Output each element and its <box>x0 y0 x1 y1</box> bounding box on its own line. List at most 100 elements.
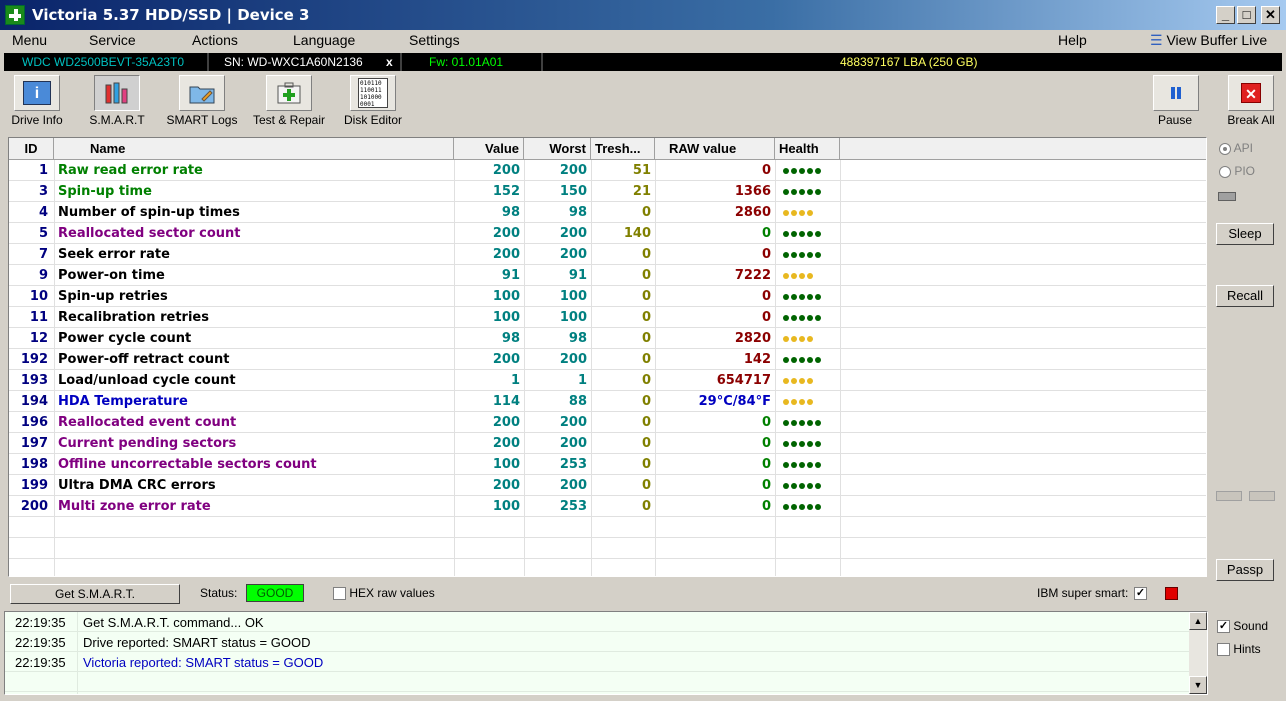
health-dot <box>807 188 813 195</box>
view-buffer-live[interactable]: ☰ View Buffer Live <box>1150 32 1267 49</box>
break-all-label: Break All <box>1227 113 1275 127</box>
table-row[interactable]: 192 Power-off retract count 200 200 0 142 <box>9 349 1206 370</box>
sound-check[interactable]: ✓ <box>1217 620 1230 634</box>
pio-radio[interactable]: PIO <box>1219 164 1255 178</box>
table-row[interactable]: 198 Offline uncorrectable sectors count 10… <box>9 454 1206 475</box>
get-smart-button[interactable]: Get S.M.A.R.T. <box>10 584 180 604</box>
table-row[interactable]: 197 Current pending sectors 200 200 0 0 <box>9 433 1206 454</box>
table-row[interactable]: 10 Spin-up retries 100 100 0 0 <box>9 286 1206 307</box>
header-tresh[interactable]: Tresh... <box>591 138 655 160</box>
separator <box>541 53 543 71</box>
ibm-super-smart-checkbox[interactable]: ✓ <box>1134 587 1147 600</box>
cell-name: Power-off retract count <box>58 352 230 367</box>
table-row[interactable]: 7 Seek error rate 200 200 0 0 <box>9 244 1206 265</box>
table-row[interactable]: 193 Load/unload cycle count 1 1 0 654717 <box>9 370 1206 391</box>
hex-raw-checkbox[interactable]: HEX raw values <box>333 586 435 601</box>
health-dot <box>815 167 821 174</box>
health-dots <box>779 181 839 202</box>
empty-row <box>9 517 1206 538</box>
table-row[interactable]: 3 Spin-up time 152 150 21 1366 <box>9 181 1206 202</box>
hex-raw-check[interactable] <box>333 587 346 601</box>
pio-radio-button[interactable] <box>1219 165 1231 178</box>
red-indicator <box>1165 587 1178 600</box>
header-raw-value[interactable]: RAW value <box>655 138 775 160</box>
menu-item-settings[interactable]: Settings <box>409 32 460 48</box>
health-dots <box>779 286 839 307</box>
view-buffer-label: View Buffer Live <box>1166 32 1268 48</box>
test-repair-button[interactable]: Test & Repair <box>250 75 328 127</box>
header-health[interactable]: Health <box>775 138 840 160</box>
log-divider <box>77 612 78 694</box>
table-row[interactable]: 194 HDA Temperature 114 88 0 29°C/84°F <box>9 391 1206 412</box>
scroll-down-icon[interactable]: ▼ <box>1189 676 1207 694</box>
table-row[interactable]: 5 Reallocated sector count 200 200 140 0 <box>9 223 1206 244</box>
health-dots <box>779 475 839 496</box>
scroll-up-icon[interactable]: ▲ <box>1189 612 1207 630</box>
menu-item-help[interactable]: Help <box>1058 32 1087 48</box>
header-id[interactable]: ID <box>9 138 54 160</box>
health-dot <box>791 503 797 510</box>
disk-editor-button[interactable]: 010110 110011 101000 0001 Disk Editor <box>342 75 404 127</box>
cell-value: 100 <box>492 457 520 472</box>
hints-check[interactable] <box>1217 643 1230 657</box>
passp-button[interactable]: Passp <box>1216 559 1274 581</box>
cell-name: Raw read error rate <box>58 163 203 178</box>
smart-button[interactable]: S.M.A.R.T <box>88 75 146 127</box>
api-radio-button[interactable] <box>1219 142 1231 155</box>
smart-logs-label: SMART Logs <box>166 113 238 127</box>
menu-item-language[interactable]: Language <box>293 32 355 48</box>
health-dot <box>783 293 789 300</box>
menu-item-service[interactable]: Service <box>89 32 136 48</box>
cell-raw-value: 0 <box>761 436 771 451</box>
health-dot <box>815 230 821 237</box>
close-drive-x[interactable]: x <box>386 54 393 70</box>
cell-tresh: 51 <box>632 163 651 178</box>
table-row[interactable]: 4 Number of spin-up times 98 98 0 2860 <box>9 202 1206 223</box>
maximize-button[interactable]: □ <box>1237 6 1256 24</box>
health-dot <box>799 482 805 489</box>
menu-item-actions[interactable]: Actions <box>192 32 238 48</box>
api-label: API <box>1233 141 1254 155</box>
header-name[interactable]: Name <box>54 138 454 160</box>
cell-tresh: 0 <box>641 205 651 220</box>
cell-raw-value: 142 <box>743 352 771 367</box>
drive-info-label: Drive Info <box>11 113 63 127</box>
sleep-button[interactable]: Sleep <box>1216 223 1274 245</box>
cell-raw-value: 0 <box>761 226 771 241</box>
side-mini-button-left[interactable] <box>1216 491 1242 501</box>
header-value[interactable]: Value <box>454 138 524 160</box>
cell-value: 200 <box>492 226 520 241</box>
api-radio[interactable]: API <box>1219 141 1253 155</box>
pause-button[interactable]: Pause <box>1153 75 1199 127</box>
table-row[interactable]: 1 Raw read error rate 200 200 51 0 <box>9 160 1206 181</box>
table-row[interactable]: 9 Power-on time 91 91 0 7222 <box>9 265 1206 286</box>
drive-info-button[interactable]: i Drive Info <box>8 75 66 127</box>
sound-checkbox[interactable]: ✓ Sound <box>1217 619 1268 634</box>
log-scrollbar[interactable]: ▲ ▼ <box>1189 612 1207 694</box>
cell-tresh: 0 <box>641 310 651 325</box>
table-row[interactable]: 199 Ultra DMA CRC errors 200 200 0 0 <box>9 475 1206 496</box>
table-row[interactable]: 11 Recalibration retries 100 100 0 0 <box>9 307 1206 328</box>
side-mini-button-right[interactable] <box>1249 491 1275 501</box>
break-all-button[interactable]: ✕ Break All <box>1225 75 1277 127</box>
close-button[interactable]: ✕ <box>1261 6 1280 24</box>
recall-button[interactable]: Recall <box>1216 285 1274 307</box>
smart-logs-button[interactable]: SMART Logs <box>165 75 239 127</box>
table-row[interactable]: 196 Reallocated event count 200 200 0 0 <box>9 412 1206 433</box>
ibm-super-smart-label: IBM super smart: <box>1037 586 1129 600</box>
cell-id: 193 <box>20 373 48 388</box>
menu-item-menu[interactable]: Menu <box>12 32 47 48</box>
table-row[interactable]: 200 Multi zone error rate 100 253 0 0 <box>9 496 1206 517</box>
minimize-button[interactable]: _ <box>1216 6 1235 24</box>
smart-table: ID Name Value Worst Tresh... RAW value H… <box>8 137 1207 577</box>
hints-checkbox[interactable]: Hints <box>1217 642 1261 657</box>
health-dot <box>783 482 789 489</box>
cell-value: 100 <box>492 499 520 514</box>
drive-model[interactable]: WDC WD2500BEVT-35A23T0 <box>22 54 184 70</box>
table-row[interactable]: 12 Power cycle count 98 98 0 2820 <box>9 328 1206 349</box>
header-worst[interactable]: Worst <box>524 138 591 160</box>
cell-value: 200 <box>492 352 520 367</box>
cell-raw-value: 29°C/84°F <box>698 394 771 409</box>
cell-name: Power-on time <box>58 268 165 283</box>
health-dot <box>815 461 821 468</box>
